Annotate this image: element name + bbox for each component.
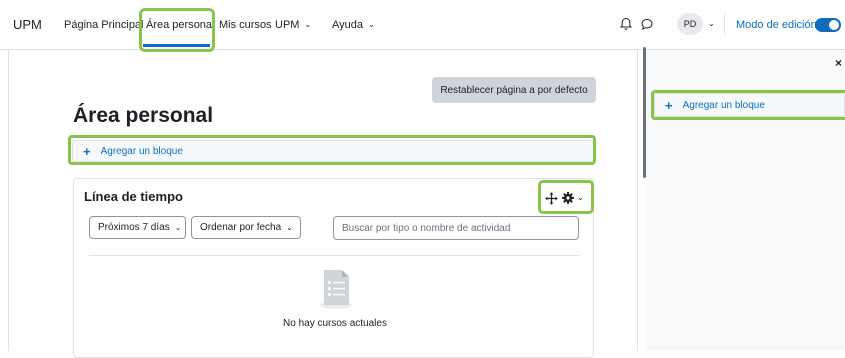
nav-my-courses[interactable]: Mis cursos <box>219 19 272 31</box>
close-icon[interactable]: × <box>835 56 842 70</box>
chevron-down-icon: ⌄ <box>174 223 182 232</box>
reset-page-button[interactable]: Restablecer página a por defecto <box>432 77 596 103</box>
top-navbar: UPM Página Principal Área personal Mis c… <box>0 0 845 50</box>
chevron-down-icon: ⌄ <box>286 223 293 232</box>
chevron-down-icon[interactable]: ⌄ <box>708 19 715 28</box>
activity-search-input[interactable] <box>333 216 579 240</box>
timeline-title: Línea de tiempo <box>84 189 183 204</box>
day-filter-label: Próximos 7 días <box>98 222 170 233</box>
sort-dropdown[interactable]: Ordenar por fecha ⌄ <box>191 216 301 239</box>
highlight-drawer-add-block <box>651 90 845 120</box>
highlight-nav-dashboard <box>139 8 215 52</box>
page-title: Área personal <box>73 104 214 127</box>
user-avatar[interactable]: PD <box>677 13 703 35</box>
highlight-block-actions <box>538 180 594 214</box>
sort-label: Ordenar por fecha <box>200 222 282 233</box>
divider <box>89 255 579 256</box>
bell-icon[interactable] <box>619 17 633 31</box>
nav-upm-menu[interactable]: UPM ⌄ <box>275 19 311 31</box>
empty-state-text: No hay cursos actuales <box>283 318 387 329</box>
chevron-down-icon: ⌄ <box>368 20 375 29</box>
chevron-down-icon: ⌄ <box>304 20 312 29</box>
nav-help-menu[interactable]: Ayuda ⌄ <box>332 19 375 31</box>
edit-mode-toggle[interactable] <box>815 18 841 32</box>
edit-mode-label: Modo de edición <box>736 19 817 31</box>
chat-icon[interactable] <box>640 17 654 31</box>
nav-help-label: Ayuda <box>332 19 363 31</box>
site-brand[interactable]: UPM <box>13 17 42 32</box>
nav-divider <box>724 13 725 35</box>
day-filter-dropdown[interactable]: Próximos 7 días ⌄ <box>89 216 186 239</box>
nav-upm-label: UPM <box>275 19 300 31</box>
courses-list-icon <box>320 270 352 309</box>
highlight-add-block <box>68 135 596 165</box>
nav-home[interactable]: Página Principal <box>64 19 144 31</box>
